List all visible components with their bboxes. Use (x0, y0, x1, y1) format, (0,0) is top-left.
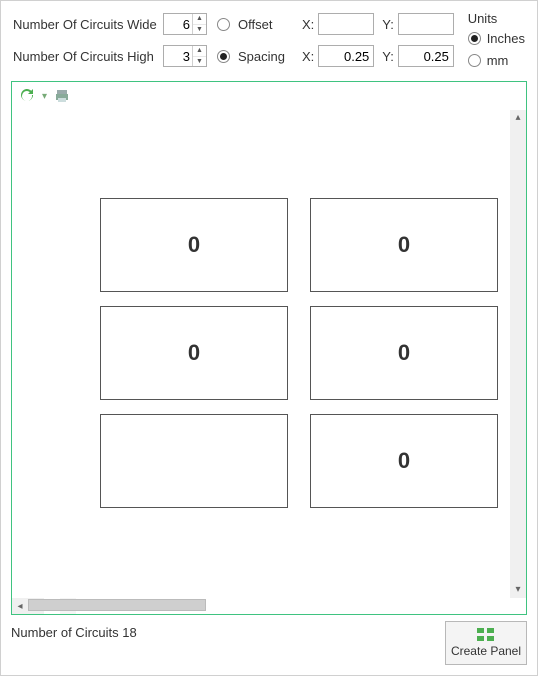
footer: Number of Circuits 18 Create Panel (1, 615, 537, 675)
refresh-icon[interactable] (18, 87, 36, 105)
spacing-x-label: X: (302, 49, 314, 64)
wide-spin-up[interactable]: ▲ (193, 14, 206, 25)
panel-grid-icon (477, 628, 495, 642)
high-label: Number Of Circuits High (13, 49, 163, 64)
high-spinner[interactable]: ▲ ▼ (163, 45, 207, 67)
preview-toolbar: ▾ (12, 82, 526, 110)
offset-radio[interactable] (217, 18, 230, 31)
scroll-up-icon[interactable]: ▴ (510, 110, 526, 126)
horizontal-scrollbar[interactable]: ◂ ▸ (12, 598, 44, 614)
high-input[interactable] (164, 46, 192, 66)
units-inches-radio[interactable] (468, 32, 481, 45)
create-panel-button[interactable]: Create Panel (445, 621, 527, 665)
offset-y-input[interactable] (398, 13, 454, 35)
wide-spinner[interactable]: ▲ ▼ (163, 13, 207, 35)
circuit-cell: 0 (310, 414, 498, 508)
wide-input[interactable] (164, 14, 192, 34)
circuit-cell: 0 (100, 306, 288, 400)
scroll-left-icon[interactable]: ◂ (12, 601, 28, 612)
wide-spin-down[interactable]: ▼ (193, 25, 206, 35)
wide-label: Number Of Circuits Wide (13, 17, 163, 32)
scroll-thumb[interactable] (28, 599, 206, 611)
offset-x-input[interactable] (318, 13, 374, 35)
preview-area: ▾ 0 0 0 0 0 ▴ (11, 81, 527, 615)
controls-panel: Number Of Circuits Wide ▲ ▼ Number Of Ci… (1, 1, 537, 81)
preview-canvas[interactable]: 0 0 0 0 0 (12, 110, 510, 598)
offset-x-label: X: (302, 17, 314, 32)
print-icon[interactable] (53, 87, 71, 105)
create-panel-label: Create Panel (451, 644, 521, 658)
high-spin-up[interactable]: ▲ (193, 46, 206, 57)
spacing-x-input[interactable] (318, 45, 374, 67)
circuit-cell: 0 (310, 198, 498, 292)
scroll-down-icon[interactable]: ▾ (510, 582, 526, 598)
offset-radio-label: Offset (238, 17, 294, 32)
vertical-scrollbar[interactable]: ▴ ▾ (510, 110, 526, 598)
spacing-radio[interactable] (217, 50, 230, 63)
high-spin-down[interactable]: ▼ (193, 57, 206, 67)
toolbar-separator: ▾ (42, 91, 47, 102)
spacing-radio-label: Spacing (238, 49, 294, 64)
units-header: Units (468, 11, 525, 26)
circuit-cell (100, 414, 288, 508)
units-mm-radio[interactable] (468, 54, 481, 67)
circuit-cell: 0 (310, 306, 498, 400)
panelize-dialog: Number Of Circuits Wide ▲ ▼ Number Of Ci… (0, 0, 538, 676)
units-inches-label: Inches (487, 31, 525, 46)
circuit-cell: 0 (100, 198, 288, 292)
units-mm-label: mm (487, 53, 509, 68)
offset-y-label: Y: (382, 17, 394, 32)
spacing-y-label: Y: (382, 49, 394, 64)
spacing-y-input[interactable] (398, 45, 454, 67)
status-text: Number of Circuits 18 (11, 621, 437, 640)
